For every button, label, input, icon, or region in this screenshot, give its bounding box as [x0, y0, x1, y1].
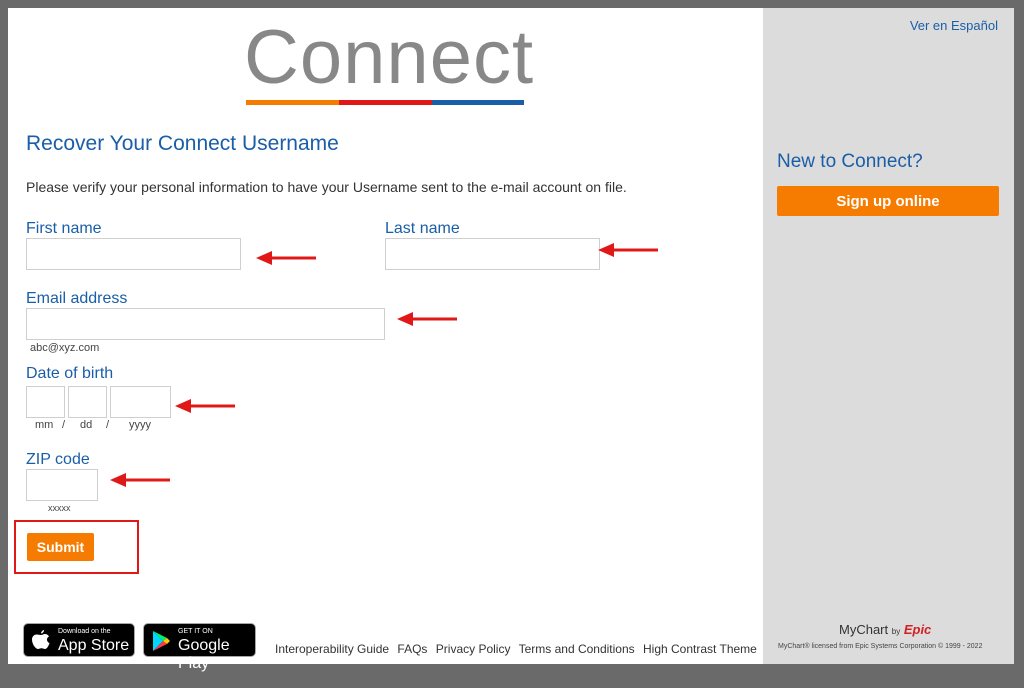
by-text: by [891, 627, 901, 636]
submit-button[interactable]: Submit [27, 533, 94, 561]
dob-arrow [175, 399, 237, 413]
connect-logo: Connect [244, 15, 535, 108]
app-store-big-text: App Store [58, 637, 130, 654]
email-input[interactable] [26, 308, 385, 340]
google-play-big-text: Google Play [178, 637, 230, 672]
email-hint: abc@xyz.com [30, 342, 100, 354]
dob-year-input[interactable] [110, 386, 171, 418]
google-play-badge[interactable]: GET IT ON Google Play [143, 623, 256, 672]
footer-link-faqs[interactable]: FAQs [397, 642, 427, 656]
email-arrow [397, 312, 459, 326]
zip-input[interactable] [26, 469, 98, 501]
last-name-arrow [598, 243, 660, 257]
app-store-badge[interactable]: Download on the App Store [23, 623, 135, 657]
logo-bar-red [339, 100, 432, 105]
dob-month-input[interactable] [26, 386, 65, 418]
google-play-icon [152, 630, 170, 657]
footer-link-terms[interactable]: Terms and Conditions [519, 642, 635, 656]
zip-label: ZIP code [26, 451, 90, 468]
new-to-connect-heading: New to Connect? [777, 151, 923, 172]
footer-link-privacy[interactable]: Privacy Policy [436, 642, 511, 656]
copyright-text: MyChart® licensed from Epic Systems Corp… [778, 643, 983, 650]
app-store-small-text: Download on the [58, 628, 111, 635]
last-name-input[interactable] [385, 238, 600, 270]
last-name-label: Last name [385, 220, 460, 237]
google-play-small-text: GET IT ON [178, 628, 213, 635]
footer-link-high-contrast[interactable]: High Contrast Theme [643, 642, 757, 656]
dob-yyyy-hint: yyyy [129, 419, 151, 431]
first-name-label: First name [26, 220, 102, 237]
first-name-input[interactable] [26, 238, 241, 270]
epic-text: Epic [903, 622, 932, 637]
page-title: Recover Your Connect Username [26, 132, 339, 155]
sign-up-button[interactable]: Sign up online [777, 186, 999, 216]
email-label: Email address [26, 290, 128, 307]
main-panel: Connect Recover Your Connect Username Pl… [8, 8, 763, 672]
footer-links: Interoperability Guide FAQs Privacy Poli… [275, 642, 762, 656]
logo-bar-blue [432, 100, 524, 105]
dob-day-input[interactable] [68, 386, 107, 418]
spanish-language-link[interactable]: Ver en Español [910, 18, 998, 33]
mychart-text: MyChart [839, 622, 889, 637]
page-frame: Connect Recover Your Connect Username Pl… [8, 8, 1014, 672]
footer-link-interoperability[interactable]: Interoperability Guide [275, 642, 389, 656]
zip-arrow [110, 473, 172, 487]
intro-text: Please verify your personal information … [26, 179, 627, 195]
logo-text: Connect [244, 15, 535, 100]
mychart-epic-logo: MyChart by Epic [839, 622, 931, 637]
sidebar: Ver en Español New to Connect? Sign up o… [763, 8, 1014, 664]
zip-hint: xxxxx [48, 503, 71, 513]
logo-bar-orange [246, 100, 339, 105]
dob-separator-2: / [106, 419, 110, 431]
apple-icon [32, 630, 50, 657]
dob-mm-hint: mm [35, 419, 54, 431]
dob-dd-hint: dd [80, 419, 93, 431]
dob-label: Date of birth [26, 365, 114, 382]
dob-separator-1: / [62, 419, 66, 431]
first-name-arrow [256, 251, 318, 265]
